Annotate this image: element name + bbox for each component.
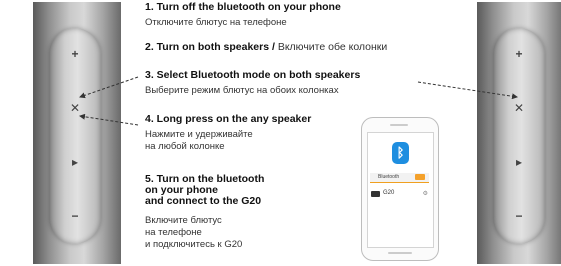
step-2-title: 2. Turn on both speakers / Включите обе …	[145, 41, 387, 53]
step-5-subtitle-line-2: на телефоне	[145, 227, 202, 238]
arrow-step3-right	[417, 81, 518, 100]
instruction-arrows	[79, 76, 518, 126]
bluetooth-bar-label: Bluetooth	[378, 174, 400, 180]
phone-illustration: ᛒ Bluetooth G20 ⚙	[361, 117, 439, 261]
step-5-title-line-3: and connect to the G20	[145, 195, 262, 207]
step-2-title-ru: Включите обе колонки	[277, 41, 388, 53]
device-list-item: G20 ⚙	[371, 190, 429, 199]
gear-icon: ⚙	[422, 191, 428, 197]
bluetooth-settings-bar: Bluetooth	[370, 173, 429, 183]
device-icon	[371, 191, 380, 197]
bluetooth-toggle	[415, 174, 425, 180]
step-5-subtitle-line-3: и подключитесь к G20	[145, 239, 243, 250]
bluetooth-icon: ᛒ	[392, 142, 409, 164]
step-3-subtitle: Выберите режим блютус на обоих колонках	[145, 85, 339, 96]
step-1-title: 1. Turn off the bluetooth on your phone	[145, 1, 341, 13]
step-2-title-en: 2. Turn on both speakers /	[145, 41, 275, 53]
phone-earpiece	[390, 124, 408, 126]
step-4-subtitle-line-2: на любой колонке	[145, 141, 225, 152]
device-name: G20	[383, 190, 395, 196]
arrow-step4-left	[79, 113, 139, 126]
arrow-step3-left	[79, 76, 139, 99]
step-1-subtitle: Отключите блютус на телефоне	[145, 17, 287, 28]
step-3-title: 3. Select Bluetooth mode on both speaker…	[145, 69, 361, 81]
step-4-title: 4. Long press on the any speaker	[145, 113, 312, 125]
phone-screen: ᛒ Bluetooth G20 ⚙	[367, 132, 434, 248]
step-5-subtitle-line-1: Включите блютус	[145, 215, 222, 226]
phone-home-bar	[388, 252, 412, 254]
step-4-subtitle-line-1: Нажмите и удерживайте	[145, 129, 253, 140]
